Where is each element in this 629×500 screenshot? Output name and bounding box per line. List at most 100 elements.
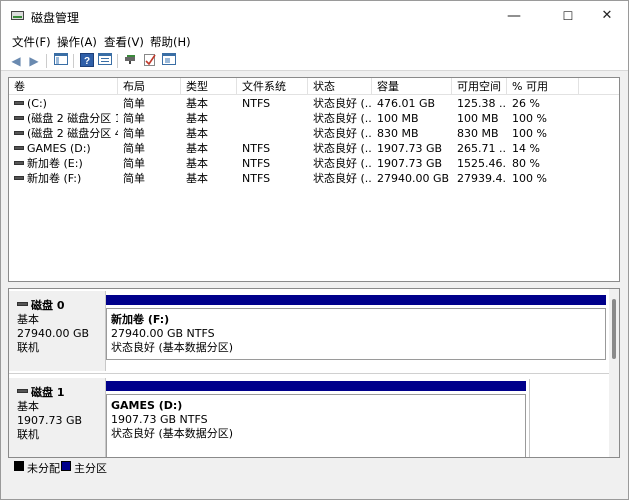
svg-text:?: ? [84, 56, 90, 67]
scrollbar-thumb[interactable] [612, 299, 616, 359]
help-icon[interactable]: ? [79, 53, 95, 69]
volume-icon [14, 146, 24, 150]
disk-management-app-icon [11, 11, 24, 20]
properties-icon[interactable] [97, 53, 113, 69]
volume-row[interactable]: 新加卷 (E:) 简单 基本 NTFS 状态良好 (... 1907.73 GB 1525.… [9, 156, 619, 171]
toolbar: ◀ ▶ ? [1, 51, 628, 71]
cell-volume: GAMES (D:) [9, 141, 118, 156]
cell-capacity: 27940.00 GB [377, 172, 450, 185]
legend-label-primary: 主分区 [74, 462, 107, 475]
menu-help[interactable]: 帮助(H) [150, 34, 191, 50]
cell-status: 状态良好 (... [313, 112, 372, 125]
disk-0-partition-bar [106, 295, 606, 305]
volume-icon [14, 116, 24, 120]
cell-free-space: 100 MB [457, 112, 499, 125]
cell-type: 基本 [186, 127, 208, 140]
column-filesystem[interactable]: 文件系统 [237, 78, 308, 95]
menu-bar: 文件(F) 操作(A) 查看(V) 帮助(H) [1, 31, 628, 51]
partition-title: 新加卷 (F:) [111, 313, 170, 326]
disk-1-edge [529, 379, 530, 457]
cell-free-space: 1525.46... [457, 157, 507, 170]
minimize-button[interactable]: — [491, 1, 537, 31]
volume-list-header: 卷 布局 类型 文件系统 状态 容量 可用空间 % 可用 [9, 78, 619, 95]
console-icon[interactable] [161, 53, 177, 69]
disk-0-state: 联机 [17, 341, 39, 354]
volume-name: (磁盘 2 磁盘分区 1) [27, 112, 118, 125]
forward-arrow-icon[interactable]: ▶ [26, 53, 42, 69]
cell-capacity: 1907.73 GB [377, 142, 443, 155]
column-layout[interactable]: 布局 [118, 78, 181, 95]
cell-capacity: 100 MB [377, 112, 419, 125]
disk-management-window: 磁盘管理 — ☐ ✕ 文件(F) 操作(A) 查看(V) 帮助(H) ◀ ▶ ? [0, 0, 629, 500]
menu-action[interactable]: 操作(A) [57, 34, 97, 50]
disk-graphical-view: 磁盘 0 基本 27940.00 GB 联机 新加卷 (F:) 27940.00… [8, 288, 620, 458]
toolbar-separator [117, 54, 118, 68]
legend-bar: 未分配 主分区 [8, 459, 620, 475]
cell-layout: 简单 [123, 157, 145, 170]
legend-swatch-unallocated [14, 461, 24, 471]
cell-free-space: 125.38 ... [457, 97, 507, 110]
cell-filesystem [237, 111, 308, 126]
cell-layout: 简单 [123, 127, 145, 140]
cell-volume: 新加卷 (F:) [9, 171, 118, 186]
cell-type: 基本 [186, 97, 208, 110]
disk-0-name: 磁盘 0 [31, 299, 65, 312]
cell-filesystem: NTFS [242, 97, 271, 110]
cell-percent-free: 26 % [512, 97, 540, 110]
disk-0-partition-f[interactable]: 新加卷 (F:) 27940.00 GB NTFS 状态良好 (基本数据分区) [106, 308, 606, 360]
legend-label-unallocated: 未分配 [27, 462, 60, 475]
volume-name: GAMES (D:) [27, 142, 91, 155]
cell-layout: 简单 [123, 97, 145, 110]
disk-icon [17, 302, 28, 306]
cell-free-space: 830 MB [457, 127, 499, 140]
menu-view[interactable]: 查看(V) [104, 34, 144, 50]
volume-name: 新加卷 (E:) [27, 157, 83, 170]
cell-volume: 新加卷 (E:) [9, 156, 118, 171]
menu-file[interactable]: 文件(F) [12, 34, 51, 50]
connect-icon[interactable] [123, 53, 139, 69]
cell-percent-free: 80 % [512, 157, 540, 170]
volume-row[interactable]: (磁盘 2 磁盘分区 4) 简单 基本 状态良好 (... 830 MB 830 MB 10… [9, 126, 619, 141]
volume-row[interactable]: (磁盘 2 磁盘分区 1) 简单 基本 状态良好 (... 100 MB 100 MB 10… [9, 111, 619, 126]
volume-list: 卷 布局 类型 文件系统 状态 容量 可用空间 % 可用 (C:) 简单 基本 NTF… [8, 77, 620, 282]
volume-row[interactable]: 新加卷 (F:) 简单 基本 NTFS 状态良好 (... 27940.00 GB 2793… [9, 171, 619, 186]
back-arrow-icon[interactable]: ◀ [8, 53, 24, 69]
volume-row[interactable]: GAMES (D:) 简单 基本 NTFS 状态良好 (... 1907.73 GB 265… [9, 141, 619, 156]
column-capacity[interactable]: 容量 [372, 78, 452, 95]
cell-filesystem: NTFS [242, 157, 271, 170]
title-bar: 磁盘管理 — ☐ ✕ [1, 1, 628, 31]
disk-view-scrollbar[interactable] [609, 289, 619, 457]
cell-status: 状态良好 (... [313, 97, 372, 110]
cell-capacity: 1907.73 GB [377, 157, 443, 170]
toolbar-separator [73, 54, 74, 68]
partition-status: 状态良好 (基本数据分区) [111, 341, 234, 354]
volume-name: (C:) [27, 97, 47, 110]
disk-icon [17, 389, 28, 393]
volume-row[interactable]: (C:) 简单 基本 NTFS 状态良好 (... 476.01 GB 125.38 ...… [9, 96, 619, 111]
check-icon[interactable] [142, 53, 158, 69]
cell-filesystem: NTFS [242, 172, 271, 185]
partition-size-fs: 1907.73 GB NTFS [111, 413, 208, 426]
close-button[interactable]: ✕ [584, 1, 629, 31]
cell-type: 基本 [186, 157, 208, 170]
volume-name: 新加卷 (F:) [27, 172, 82, 185]
disk-0-info[interactable]: 磁盘 0 基本 27940.00 GB 联机 [9, 291, 106, 371]
disk-1-info[interactable]: 磁盘 1 基本 1907.73 GB 联机 [9, 378, 106, 457]
column-free-space[interactable]: 可用空间 [452, 78, 507, 95]
cell-percent-free: 100 % [512, 172, 547, 185]
cell-free-space: 265.71 ... [457, 142, 507, 155]
column-percent-free[interactable]: % 可用 [507, 78, 579, 95]
disk-1-state: 联机 [17, 428, 39, 441]
disk-1-type: 基本 [17, 400, 39, 413]
cell-type: 基本 [186, 172, 208, 185]
disk-1-partition-d[interactable]: GAMES (D:) 1907.73 GB NTFS 状态良好 (基本数据分区) [106, 394, 526, 457]
cell-status: 状态良好 (... [313, 127, 372, 140]
column-volume[interactable]: 卷 [9, 78, 118, 95]
window-title: 磁盘管理 [31, 11, 80, 25]
cell-layout: 简单 [123, 172, 145, 185]
cell-capacity: 830 MB [377, 127, 419, 140]
column-type[interactable]: 类型 [181, 78, 237, 95]
show-hide-tree-icon[interactable] [53, 53, 69, 69]
volume-icon [14, 101, 24, 105]
column-status[interactable]: 状态 [308, 78, 372, 95]
